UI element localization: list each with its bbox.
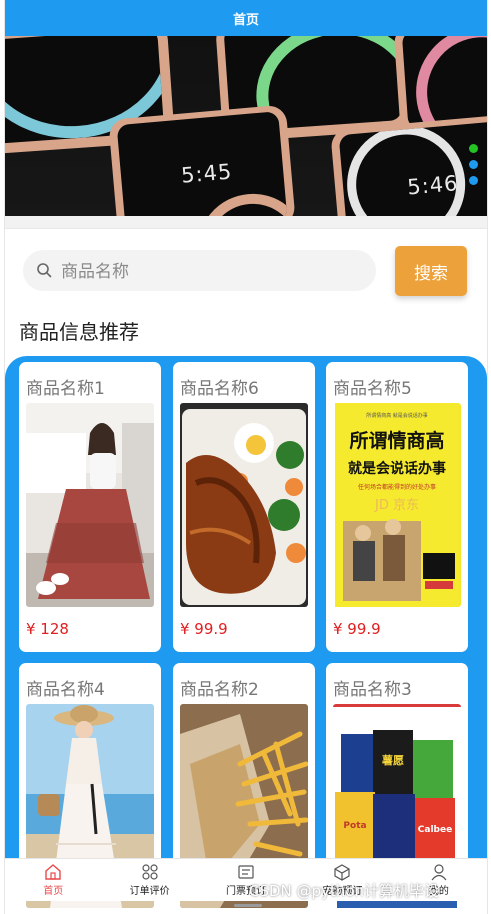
book-title-line1: 所谓情商高	[349, 429, 444, 452]
banner-phone-5: 5:46	[330, 114, 487, 216]
product-name: 商品名称1	[26, 379, 105, 399]
svg-text:所谓情商高 就是会说话办事: 所谓情商高 就是会说话办事	[366, 412, 428, 419]
banner-carousel[interactable]: 5:45 5:46	[5, 36, 487, 216]
tab-label: 首页	[43, 886, 64, 897]
svg-text:JD 京东: JD 京东	[374, 498, 419, 513]
tab-order-review[interactable]: 订单评价	[101, 859, 197, 901]
carousel-dot-2[interactable]	[469, 160, 478, 169]
product-image-book-cover-yellow[interactable]: 所谓情商高 就是会说话办事 所谓情商高 就是会说话办事 任何场合都能得到的好处办…	[333, 403, 461, 607]
product-image-teriyaki-chicken-bento[interactable]	[180, 403, 308, 607]
product-name: 商品名称3	[333, 680, 412, 700]
carousel-dot-3[interactable]	[469, 176, 478, 185]
search-bar[interactable]	[23, 250, 376, 293]
product-name: 商品名称6	[180, 379, 259, 399]
divider	[5, 216, 487, 229]
box-icon	[334, 864, 351, 881]
section-title: 商品信息推荐	[19, 320, 139, 344]
home-icon	[45, 864, 61, 880]
top-navigation-bar: 首页	[5, 0, 487, 36]
page-title: 首页	[232, 12, 259, 28]
product-price: ¥ 99.9	[333, 620, 381, 638]
book-subtitle: 任何场合都能得到的好处办事	[358, 483, 436, 491]
product-price: ¥ 128	[26, 620, 69, 638]
product-name: 商品名称5	[333, 379, 412, 399]
tab-label: 订单评价	[129, 886, 170, 897]
tab-home[interactable]: 首页	[5, 859, 101, 901]
home-indicator	[234, 904, 262, 907]
product-price: ¥ 99.9	[180, 620, 228, 638]
carousel-indicator[interactable]	[469, 144, 481, 192]
app-screen: 首页 5:45 5:46 商品名称 搜索 商品信息推荐 商品名称1 ¥ 128 …	[4, 0, 488, 914]
product-card[interactable]: 商品名称6 ¥ 99.9	[173, 362, 315, 652]
search-button[interactable]: 搜索	[395, 246, 467, 296]
product-image-woman-floral-skirt[interactable]	[26, 403, 154, 607]
user-icon	[431, 864, 447, 881]
product-card[interactable]: 商品名称5 所谓情商高 就是会说话办事 所谓情商高 就是会说话办事 任何场合都能…	[326, 362, 468, 652]
ticket-icon	[238, 865, 254, 879]
search-input[interactable]	[59, 250, 363, 293]
product-grid: 商品名称1 ¥ 128 商品名称6 ¥ 99.9 商品名称5 所谓情商高 就是会…	[5, 356, 487, 914]
svg-text:薯愿: 薯愿	[381, 753, 404, 767]
product-name: 商品名称4	[26, 680, 105, 700]
banner-phone-4: 5:45	[108, 104, 296, 216]
search-icon	[37, 263, 52, 278]
product-card[interactable]: 商品名称1 ¥ 128	[19, 362, 161, 652]
grid-icon	[142, 864, 158, 880]
carousel-dot-1[interactable]	[469, 144, 478, 153]
book-title-line2: 就是会说话办事	[348, 460, 446, 477]
product-name: 商品名称2	[180, 680, 259, 700]
watermark: CSDN @python计算机毕设	[249, 882, 440, 900]
svg-text:Pota: Pota	[343, 821, 366, 831]
svg-text:Calbee: Calbee	[418, 825, 452, 835]
